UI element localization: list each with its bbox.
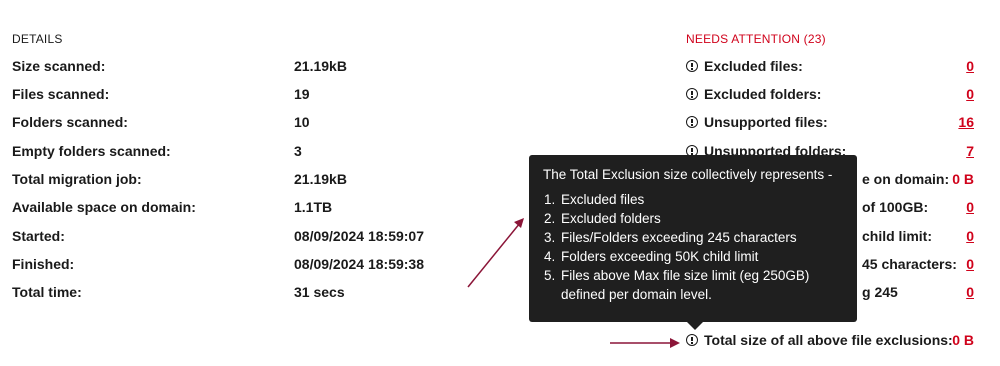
tooltip-item: Files/Folders exceeding 245 characters: [559, 228, 843, 247]
annotation-arrow-horizontal: [610, 338, 680, 348]
tooltip-item: Files above Max file size limit (eg 250G…: [559, 266, 843, 304]
annotation-arrow-diagonal: [467, 218, 524, 288]
tooltip-list: Excluded files Excluded folders Files/Fo…: [543, 190, 843, 304]
tooltip-item: Excluded folders: [559, 209, 843, 228]
tooltip-item: Folders exceeding 50K child limit: [559, 247, 843, 266]
tooltip-heading: The Total Exclusion size collectively re…: [543, 167, 833, 182]
tooltip-caret: [687, 322, 703, 330]
total-exclusion-tooltip: The Total Exclusion size collectively re…: [529, 155, 857, 330]
tooltip-item: Excluded files: [559, 190, 843, 209]
